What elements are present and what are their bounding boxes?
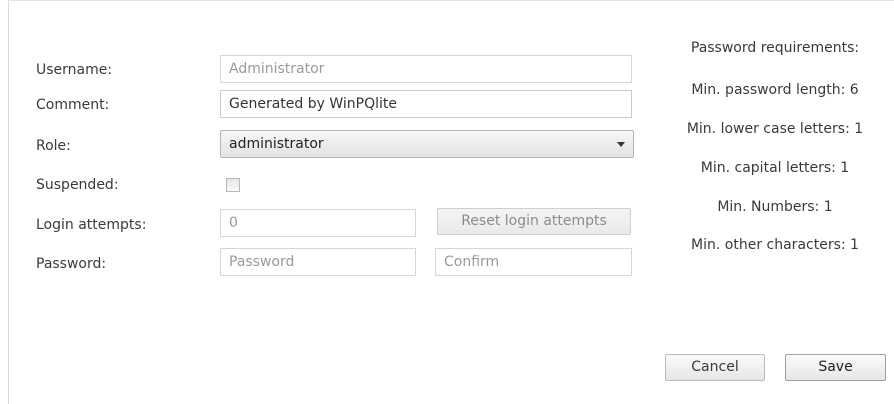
comment-field[interactable]: Generated by WinPQlite [220, 90, 632, 118]
username-label: Username: [36, 62, 113, 78]
confirm-password-field[interactable]: Confirm [435, 248, 632, 276]
requirements-title: Password requirements: [690, 40, 860, 56]
login-attempts-field[interactable]: 0 [220, 209, 416, 237]
requirement-min-length: Min. password length: 6 [691, 82, 859, 98]
password-field[interactable]: Password [220, 248, 416, 276]
password-label: Password: [36, 256, 107, 272]
requirement-min-lowercase: Min. lower case letters: 1 [686, 121, 864, 137]
suspended-label: Suspended: [36, 177, 119, 193]
suspended-checkbox[interactable] [226, 178, 240, 192]
reset-login-attempts-button[interactable]: Reset login attempts [437, 208, 631, 235]
save-button[interactable]: Save [785, 354, 886, 381]
cancel-button[interactable]: Cancel [665, 354, 765, 381]
requirement-min-other: Min. other characters: 1 [691, 237, 859, 253]
comment-label: Comment: [36, 97, 110, 113]
requirement-min-numbers: Min. Numbers: 1 [717, 199, 833, 215]
requirement-min-capital: Min. capital letters: 1 [700, 160, 850, 176]
username-field[interactable]: Administrator [220, 55, 632, 83]
role-select[interactable]: administrator [220, 130, 634, 158]
role-label: Role: [36, 138, 71, 154]
role-select-value: administrator [229, 136, 324, 152]
login-attempts-label: Login attempts: [36, 217, 147, 233]
chevron-down-icon [617, 142, 625, 147]
